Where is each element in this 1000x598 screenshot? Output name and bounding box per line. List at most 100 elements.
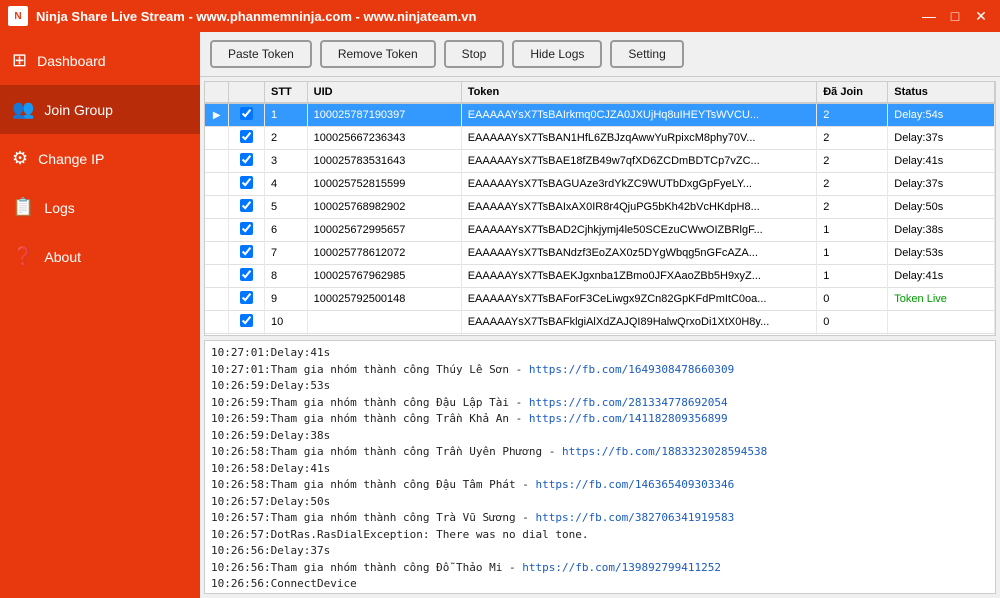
- log-link[interactable]: https://fb.com/2813347786920​54: [529, 396, 728, 409]
- row-arrow-cell: [205, 219, 229, 242]
- about-icon: ❓: [12, 246, 34, 267]
- table-row[interactable]: 4100025752815599EAAAAAYsX7TsBAGUAze3rdYk…: [205, 173, 995, 196]
- col-uid: UID: [307, 82, 461, 103]
- row-status: Delay:50s: [888, 196, 995, 219]
- log-line: 10:26:56:Tham gia nhóm thành công Đỗ Thả…: [211, 560, 989, 577]
- row-da-join: 2: [817, 103, 888, 127]
- log-link[interactable]: https://fb.com/1398927994112​52: [522, 561, 721, 574]
- col-da-join: Đã Join: [817, 82, 888, 103]
- row-checkbox[interactable]: [240, 314, 253, 327]
- row-checkbox-cell[interactable]: [229, 334, 265, 337]
- main-layout: ⊞ Dashboard 👥 Join Group ⚙ Change IP 📋 L…: [0, 32, 1000, 598]
- col-status: Status: [888, 82, 995, 103]
- table-header-row: STT UID Token Đã Join Status: [205, 82, 995, 103]
- paste-token-button[interactable]: Paste Token: [210, 40, 312, 68]
- app-icon: N: [8, 6, 28, 26]
- row-checkbox-cell[interactable]: [229, 242, 265, 265]
- table-row[interactable]: 6100025672995657EAAAAAYsX7TsBAD2Cjhkjymj…: [205, 219, 995, 242]
- sidebar-item-join-group[interactable]: 👥 Join Group: [0, 85, 200, 134]
- row-checkbox[interactable]: [240, 222, 253, 235]
- title-bar-controls: — □ ✕: [918, 5, 992, 27]
- content-area: Paste Token Remove Token Stop Hide Logs …: [200, 32, 1000, 598]
- row-uid: 100025672995657: [307, 219, 461, 242]
- row-uid: [307, 311, 461, 334]
- row-status: [888, 311, 995, 334]
- row-arrow-cell: [205, 242, 229, 265]
- row-checkbox-cell[interactable]: [229, 127, 265, 150]
- sidebar-item-change-ip[interactable]: ⚙ Change IP: [0, 134, 200, 183]
- row-checkbox[interactable]: [240, 153, 253, 166]
- row-token: EAAAAAYsX7TsBAIrkmq0CJZA0JXUjHq8uIHEYTsW…: [461, 103, 817, 127]
- table-row[interactable]: 8100025767962985EAAAAAYsX7TsBAEKJgxnba1Z…: [205, 265, 995, 288]
- row-da-join: 2: [817, 196, 888, 219]
- remove-token-button[interactable]: Remove Token: [320, 40, 436, 68]
- table-row[interactable]: 9100025792500148EAAAAAYsX7TsBAForF3CeLiw…: [205, 288, 995, 311]
- row-uid: 100025792500148: [307, 288, 461, 311]
- row-uid: [307, 334, 461, 337]
- token-table-wrapper: STT UID Token Đã Join Status ▶1100025787…: [204, 81, 996, 336]
- log-line: 10:26:59:Tham gia nhóm thành công Trần K…: [211, 411, 989, 428]
- row-checkbox-cell[interactable]: [229, 196, 265, 219]
- row-stt: 9: [264, 288, 307, 311]
- token-table: STT UID Token Đã Join Status ▶1100025787…: [205, 82, 995, 336]
- table-row[interactable]: 10EAAAAAYsX7TsBAFklgiAlXdZAJQI89HalwQrxo…: [205, 311, 995, 334]
- row-da-join: 0: [817, 311, 888, 334]
- table-body: ▶1100025787190397EAAAAAYsX7TsBAIrkmq0CJZ…: [205, 103, 995, 336]
- row-uid: 100025768982902: [307, 196, 461, 219]
- log-link[interactable]: https://fb.com/18833230285945​38: [562, 445, 767, 458]
- row-checkbox-cell[interactable]: [229, 173, 265, 196]
- row-uid: 100025787190397: [307, 103, 461, 127]
- row-checkbox-cell[interactable]: [229, 311, 265, 334]
- row-arrow-cell: [205, 265, 229, 288]
- table-row[interactable]: 11EAAAAAYsX7TsBAE4LkSQF9oHIWR9C5UFaARHrb…: [205, 334, 995, 337]
- table-row[interactable]: 3100025783531643EAAAAAYsX7TsBAE18fZB49w7…: [205, 150, 995, 173]
- row-token: EAAAAAYsX7TsBAFklgiAlXdZAJQI89HalwQrxoDi…: [461, 311, 817, 334]
- close-button[interactable]: ✕: [970, 5, 992, 27]
- sidebar-item-about[interactable]: ❓ About: [0, 232, 200, 281]
- table-row[interactable]: 2100025667236343EAAAAAYsX7TsBAN1HfL6ZBJz…: [205, 127, 995, 150]
- hide-logs-button[interactable]: Hide Logs: [512, 40, 602, 68]
- table-row[interactable]: 7100025778612072EAAAAAYsX7TsBANdzf3EoZAX…: [205, 242, 995, 265]
- row-checkbox[interactable]: [240, 130, 253, 143]
- row-status: Delay:37s: [888, 127, 995, 150]
- row-checkbox[interactable]: [240, 268, 253, 281]
- log-link[interactable]: https://fb.com/3827063419195​83: [536, 511, 735, 524]
- sidebar-item-logs[interactable]: 📋 Logs: [0, 183, 200, 232]
- row-checkbox[interactable]: [240, 291, 253, 304]
- row-checkbox[interactable]: [240, 199, 253, 212]
- row-checkbox-cell[interactable]: [229, 219, 265, 242]
- row-checkbox-cell[interactable]: [229, 150, 265, 173]
- row-da-join: 2: [817, 127, 888, 150]
- row-checkbox-cell[interactable]: [229, 288, 265, 311]
- row-status: Delay:41s: [888, 265, 995, 288]
- table-row[interactable]: 5100025768982902EAAAAAYsX7TsBAIxAX0IR8r4…: [205, 196, 995, 219]
- sidebar-item-dashboard[interactable]: ⊞ Dashboard: [0, 36, 200, 85]
- row-checkbox[interactable]: [240, 107, 253, 120]
- col-arrow: [205, 82, 229, 103]
- row-arrow-cell: [205, 150, 229, 173]
- row-status: [888, 334, 995, 337]
- row-checkbox[interactable]: [240, 245, 253, 258]
- log-link[interactable]: https://fb.com/1649308478660309: [529, 363, 734, 376]
- stop-button[interactable]: Stop: [444, 40, 505, 68]
- row-stt: 4: [264, 173, 307, 196]
- row-token: EAAAAAYsX7TsBAGUAze3rdYkZC9WUTbDxgGpFyeL…: [461, 173, 817, 196]
- setting-button[interactable]: Setting: [610, 40, 683, 68]
- row-status: Delay:41s: [888, 150, 995, 173]
- log-link[interactable]: https://fb.com/1463654093033​46: [536, 478, 735, 491]
- row-checkbox[interactable]: [240, 176, 253, 189]
- title-bar-text: Ninja Share Live Stream - www.phanmemnin…: [36, 9, 918, 24]
- table-row[interactable]: ▶1100025787190397EAAAAAYsX7TsBAIrkmq0CJZ…: [205, 103, 995, 127]
- row-checkbox-cell[interactable]: [229, 265, 265, 288]
- log-area[interactable]: 10:27:01:Delay:41s10:27:01:Tham gia nhóm…: [204, 340, 996, 594]
- maximize-button[interactable]: □: [944, 5, 966, 27]
- row-da-join: 2: [817, 173, 888, 196]
- sidebar-item-dashboard-label: Dashboard: [37, 53, 106, 69]
- row-stt: 5: [264, 196, 307, 219]
- log-link[interactable]: https://fb.com/1411828093568​99: [529, 412, 728, 425]
- minimize-button[interactable]: —: [918, 5, 940, 27]
- log-line: 10:26:57:DotRas.RasDialException: There …: [211, 527, 989, 544]
- row-checkbox-cell[interactable]: [229, 103, 265, 127]
- row-stt: 7: [264, 242, 307, 265]
- row-da-join: 1: [817, 265, 888, 288]
